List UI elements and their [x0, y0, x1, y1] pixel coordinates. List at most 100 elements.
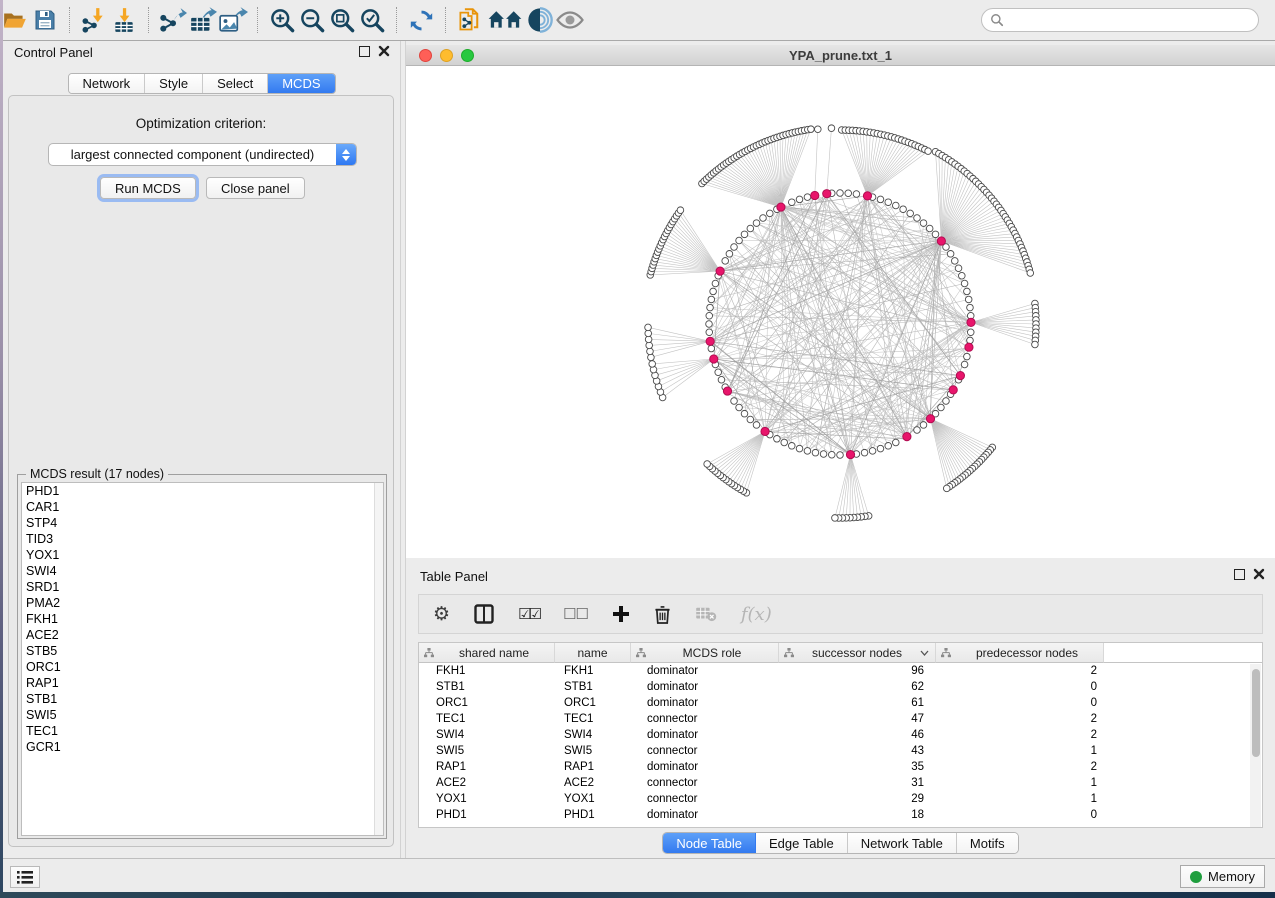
- save-session-button[interactable]: [30, 5, 60, 35]
- network-leaf-node[interactable]: [943, 485, 950, 492]
- network-node[interactable]: [707, 304, 714, 311]
- table-settings-button[interactable]: ⚙: [433, 599, 450, 629]
- network-node[interactable]: [781, 439, 788, 446]
- network-node[interactable]: [920, 422, 927, 429]
- delete-table-button[interactable]: [695, 599, 717, 629]
- network-node[interactable]: [731, 244, 738, 251]
- network-node[interactable]: [804, 448, 811, 455]
- network-node[interactable]: [965, 296, 972, 303]
- network-node[interactable]: [877, 445, 884, 452]
- tab-edge-table[interactable]: Edge Table: [756, 833, 848, 853]
- network-node[interactable]: [767, 210, 774, 217]
- network-node-dominator[interactable]: [706, 337, 714, 345]
- show-hide-details-button[interactable]: [525, 5, 555, 35]
- export-image-button[interactable]: [218, 5, 248, 35]
- network-node-dominator[interactable]: [937, 237, 945, 245]
- mcds-result-item[interactable]: CAR1: [22, 499, 383, 515]
- network-node[interactable]: [812, 449, 819, 456]
- mcds-result-item[interactable]: PHD1: [22, 483, 383, 499]
- table-scrollbar-thumb[interactable]: [1252, 669, 1260, 757]
- close-panel-button[interactable]: Close panel: [206, 177, 305, 199]
- network-node[interactable]: [706, 312, 713, 319]
- network-leaf-node[interactable]: [677, 207, 684, 214]
- network-node[interactable]: [955, 265, 962, 272]
- mcds-list-scrollbar[interactable]: [374, 483, 383, 835]
- network-node[interactable]: [837, 452, 844, 459]
- tab-network-table[interactable]: Network Table: [848, 833, 957, 853]
- mcds-result-item[interactable]: SRD1: [22, 579, 383, 595]
- network-node-dominator[interactable]: [846, 450, 854, 458]
- tab-network[interactable]: Network: [68, 74, 145, 93]
- table-scrollbar[interactable]: [1250, 664, 1261, 827]
- network-node[interactable]: [845, 190, 852, 197]
- network-node[interactable]: [967, 329, 974, 336]
- table-row-PHD1[interactable]: PHD1PHD1dominator180: [419, 807, 1262, 823]
- network-node[interactable]: [731, 398, 738, 405]
- export-network-button[interactable]: [158, 5, 188, 35]
- network-leaf-node[interactable]: [649, 361, 656, 368]
- network-leaf-node[interactable]: [815, 126, 822, 133]
- network-node[interactable]: [961, 361, 968, 368]
- network-leaf-node[interactable]: [925, 148, 932, 155]
- network-node[interactable]: [708, 345, 715, 352]
- sort-chevron-icon[interactable]: [920, 650, 929, 656]
- network-leaf-node[interactable]: [832, 515, 839, 522]
- close-panel-icon[interactable]: [1253, 568, 1265, 580]
- float-panel-icon[interactable]: [1234, 569, 1245, 580]
- network-node[interactable]: [741, 231, 748, 238]
- network-node-dominator[interactable]: [863, 192, 871, 200]
- network-node[interactable]: [926, 225, 933, 232]
- mcds-result-item[interactable]: RAP1: [22, 675, 383, 691]
- table-row-SWI4[interactable]: SWI4SWI4dominator462: [419, 727, 1262, 743]
- network-window-titlebar[interactable]: YPA_prune.txt_1: [406, 45, 1275, 66]
- network-node[interactable]: [736, 237, 743, 244]
- network-node-dominator[interactable]: [965, 343, 973, 351]
- network-node[interactable]: [938, 404, 945, 411]
- network-node[interactable]: [892, 439, 899, 446]
- column-header-MCDS-role[interactable]: MCDS role: [631, 643, 779, 663]
- mcds-result-item[interactable]: ACE2: [22, 627, 383, 643]
- mcds-result-item[interactable]: PMA2: [22, 595, 383, 611]
- network-node[interactable]: [774, 435, 781, 442]
- network-node[interactable]: [914, 427, 921, 434]
- horizontal-splitter[interactable]: [406, 558, 1275, 566]
- network-node[interactable]: [892, 202, 899, 209]
- network-leaf-node[interactable]: [1032, 341, 1039, 348]
- network-leaf-node[interactable]: [647, 348, 654, 355]
- tab-motifs[interactable]: Motifs: [957, 833, 1018, 853]
- mcds-result-item[interactable]: TEC1: [22, 723, 383, 739]
- mcds-result-item[interactable]: SWI4: [22, 563, 383, 579]
- table-row-SWI5[interactable]: SWI5SWI5connector431: [419, 743, 1262, 759]
- network-node[interactable]: [710, 288, 717, 295]
- network-node[interactable]: [943, 398, 950, 405]
- search-field[interactable]: [981, 8, 1259, 32]
- network-node[interactable]: [722, 258, 729, 265]
- network-node[interactable]: [920, 220, 927, 227]
- network-node[interactable]: [959, 272, 966, 279]
- function-builder-button[interactable]: f(x): [741, 599, 772, 629]
- network-node[interactable]: [967, 304, 974, 311]
- export-table-button[interactable]: [188, 5, 218, 35]
- mcds-result-item[interactable]: STB1: [22, 691, 383, 707]
- network-node[interactable]: [853, 191, 860, 198]
- network-node[interactable]: [753, 220, 760, 227]
- network-node[interactable]: [869, 448, 876, 455]
- open-file-button[interactable]: [0, 5, 30, 35]
- network-node[interactable]: [788, 199, 795, 206]
- mcds-result-item[interactable]: SWI5: [22, 707, 383, 723]
- run-mcds-button[interactable]: Run MCDS: [100, 177, 196, 199]
- search-input[interactable]: [1010, 13, 1250, 27]
- mcds-result-item[interactable]: FKH1: [22, 611, 383, 627]
- network-node[interactable]: [885, 199, 892, 206]
- close-panel-icon[interactable]: [378, 45, 390, 57]
- network-node[interactable]: [861, 449, 868, 456]
- refresh-button[interactable]: [406, 5, 436, 35]
- network-node[interactable]: [885, 443, 892, 450]
- network-node[interactable]: [708, 296, 715, 303]
- select-all-columns-button[interactable]: ☑☑: [518, 599, 539, 629]
- delete-column-button[interactable]: [654, 599, 671, 629]
- table-row-ORC1[interactable]: ORC1ORC1dominator610: [419, 695, 1262, 711]
- preview-eye-button[interactable]: [555, 5, 585, 35]
- network-node[interactable]: [804, 194, 811, 201]
- network-node[interactable]: [706, 321, 713, 328]
